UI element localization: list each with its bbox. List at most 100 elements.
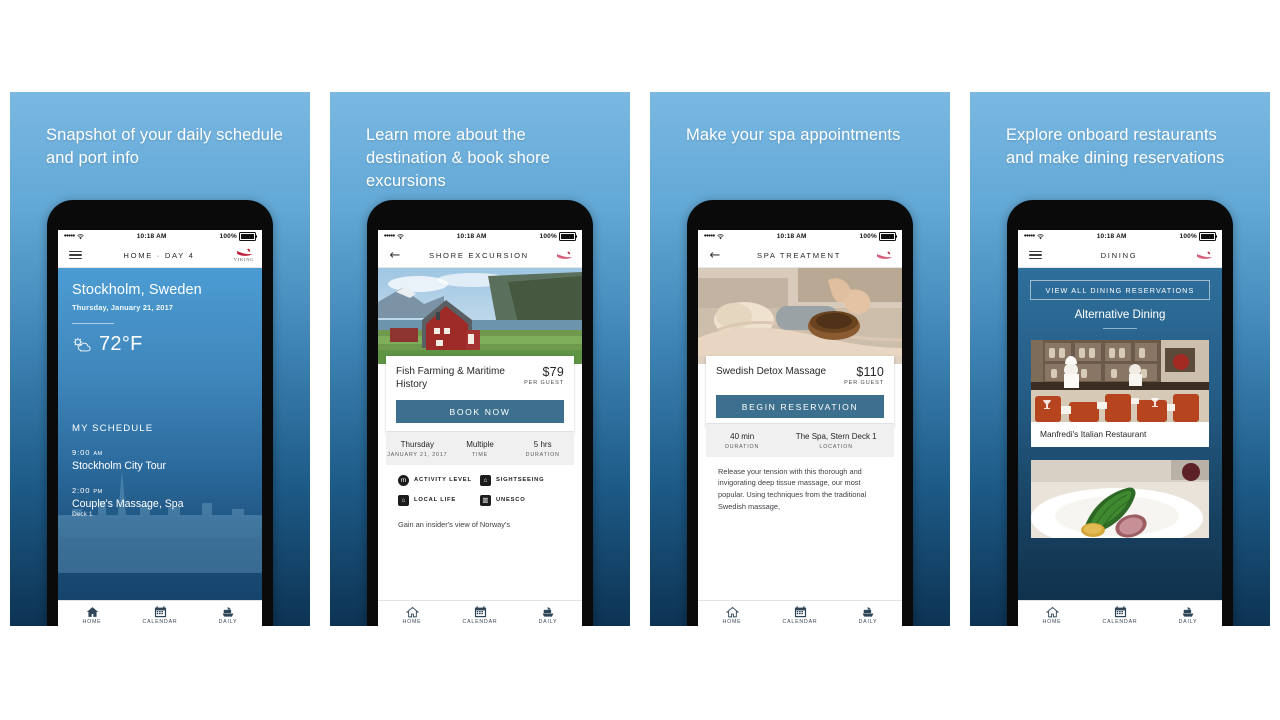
excursion-description: Gain an insider's view of Norway's	[386, 516, 574, 531]
viking-logo	[866, 251, 902, 260]
tag-label: LOCAL LIFE	[414, 497, 457, 503]
tab-home[interactable]: HOME	[58, 601, 126, 626]
book-now-button[interactable]: BOOK NOW	[396, 400, 564, 423]
excursion-photo	[378, 268, 582, 364]
phone-mockup: ••••• 10:18 AM 100% ← SHORE EXCURSION Fi…	[367, 200, 593, 626]
port-info: Stockholm, Sweden Thursday, January 21, …	[72, 282, 250, 356]
back-button[interactable]: ←	[378, 249, 412, 262]
battery-percent: 100%	[1179, 233, 1197, 240]
hamburger-icon	[68, 249, 82, 261]
wifi-icon	[1037, 233, 1044, 239]
begin-reservation-button[interactable]: BEGIN RESERVATION	[716, 395, 884, 418]
restaurant-photo	[1031, 460, 1209, 538]
price-block: $79 PER GUEST	[524, 365, 564, 386]
sightseeing-icon: ⌂	[480, 474, 491, 486]
restaurant-card[interactable]: Manfredi's Italian Restaurant	[1031, 340, 1209, 447]
meta-duration: 40 min DURATION	[706, 432, 778, 450]
viking-ship-icon	[1196, 251, 1212, 259]
sun-cloud-icon	[73, 337, 91, 351]
spa-detail-screen: Swedish Detox Massage $110 PER GUEST BEG…	[698, 268, 902, 626]
tab-daily[interactable]: DAILY	[514, 601, 582, 626]
tab-label: HOME	[82, 619, 102, 626]
tab-home[interactable]: HOME	[698, 601, 766, 626]
tab-label: DAILY	[1178, 619, 1198, 626]
viking-logo	[546, 251, 582, 260]
schedule-item[interactable]: 9:00 AM Stockholm City Tour	[72, 448, 250, 472]
schedule-heading: MY SCHEDULE	[72, 423, 154, 434]
dining-screen: VIEW ALL DINING RESERVATIONS Alternative…	[1018, 268, 1222, 626]
italian-restaurant-interior-photo	[1031, 340, 1209, 422]
tab-home[interactable]: HOME	[378, 601, 446, 626]
port-city: Stockholm, Sweden	[72, 282, 202, 298]
schedule-item[interactable]: 2:00 PM Couple's Massage, Spa Deck 1	[72, 486, 250, 518]
nav-bar: DINING	[1018, 243, 1222, 268]
port-date: Thursday, January 21, 2017	[72, 303, 174, 312]
tag-sightseeing: ⌂ SIGHTSEEING	[480, 474, 562, 486]
panel-headline: Snapshot of your daily schedule and port…	[46, 126, 284, 167]
tab-calendar[interactable]: CALENDAR	[766, 601, 834, 626]
menu-button[interactable]	[1018, 249, 1052, 261]
divider	[72, 323, 114, 324]
meta-label: LOCATION	[819, 443, 853, 450]
price-block: $110 PER GUEST	[844, 365, 884, 386]
back-button[interactable]: ←	[698, 249, 732, 262]
signal-dots: •••••	[64, 233, 75, 240]
panel-headline: Learn more about the destination & book …	[366, 126, 551, 190]
ship-icon	[862, 606, 874, 617]
tag-label: UNESCO	[496, 497, 526, 503]
tab-daily[interactable]: DAILY	[1154, 601, 1222, 626]
tab-bar: HOME CALENDAR DAILY	[698, 600, 902, 626]
norwegian-fjord-red-house-photo	[378, 268, 582, 364]
status-bar: ••••• 10:18 AM 100%	[698, 230, 902, 243]
restaurant-card[interactable]	[1031, 460, 1209, 538]
tab-calendar[interactable]: CALENDAR	[1086, 601, 1154, 626]
tab-daily[interactable]: DAILY	[834, 601, 902, 626]
dining-section-title: Alternative Dining	[1074, 308, 1166, 321]
meta-label: JANUARY 21, 2017	[387, 451, 448, 458]
schedule-title: Stockholm City Tour	[72, 460, 167, 472]
battery-icon	[238, 232, 258, 241]
local-life-icon: ⌂	[398, 494, 409, 506]
calendar-icon	[794, 606, 806, 617]
signal-dots: •••••	[1024, 233, 1035, 240]
menu-button[interactable]	[58, 249, 92, 261]
price-value: $79	[542, 365, 564, 379]
spa-description: Release your tension with this thorough …	[706, 456, 894, 513]
tab-home[interactable]: HOME	[1018, 601, 1086, 626]
tab-calendar[interactable]: CALENDAR	[446, 601, 514, 626]
schedule-list: 9:00 AM Stockholm City Tour 2:00 PM Coup…	[72, 448, 250, 532]
tab-calendar[interactable]: CALENDAR	[126, 601, 194, 626]
tag-unesco: ▥ UNESCO	[480, 494, 562, 506]
restaurant-name: Manfredi's Italian Restaurant	[1040, 429, 1147, 439]
battery-icon	[878, 232, 898, 241]
temperature-value: 72°F	[99, 333, 143, 355]
excursion-card: Fish Farming & Maritime History $79 PER …	[386, 356, 574, 433]
nav-bar: ← SHORE EXCURSION	[378, 243, 582, 268]
phone-mockup: ••••• 10:18 AM 100% ← SPA TREATMENT Swed…	[687, 200, 913, 626]
home-screen: Stockholm, Sweden Thursday, January 21, …	[58, 268, 262, 626]
tab-daily[interactable]: DAILY	[194, 601, 262, 626]
card-header: Swedish Detox Massage $110 PER GUEST	[716, 365, 884, 386]
meta-value: Thursday	[400, 440, 435, 449]
dining-background	[1018, 268, 1222, 626]
restaurant-photo	[1031, 340, 1209, 422]
schedule-title: Couple's Massage, Spa	[72, 498, 184, 510]
status-battery-group: 100%	[220, 232, 258, 241]
status-signal-group: •••••	[704, 233, 724, 240]
view-all-dining-reservations-button[interactable]: VIEW ALL DINING RESERVATIONS	[1030, 280, 1210, 300]
tab-label: DAILY	[218, 619, 238, 626]
excursion-tags: m ACTIVITY LEVEL ⌂ SIGHTSEEING ⌂ LOCAL L…	[386, 464, 574, 517]
activity-level-icon: m	[398, 474, 409, 486]
price-unit: PER GUEST	[844, 380, 884, 386]
phone-screen: ••••• 10:18 AM 100% HOME · DAY 4 VIKING …	[58, 230, 262, 626]
ship-icon	[1182, 606, 1194, 617]
phone-screen: ••••• 10:18 AM 100% ← SHORE EXCURSION Fi…	[378, 230, 582, 626]
tab-bar: HOME CALENDAR DAILY	[378, 600, 582, 626]
back-arrow-icon: ←	[389, 247, 401, 263]
ship-icon	[542, 606, 554, 617]
tab-label: HOME	[1042, 619, 1062, 626]
nav-bar: HOME · DAY 4 VIKING	[58, 243, 262, 268]
tab-label: HOME	[402, 619, 422, 626]
status-signal-group: •••••	[64, 233, 84, 240]
phone-mockup: ••••• 10:18 AM 100% HOME · DAY 4 VIKING …	[47, 200, 273, 626]
